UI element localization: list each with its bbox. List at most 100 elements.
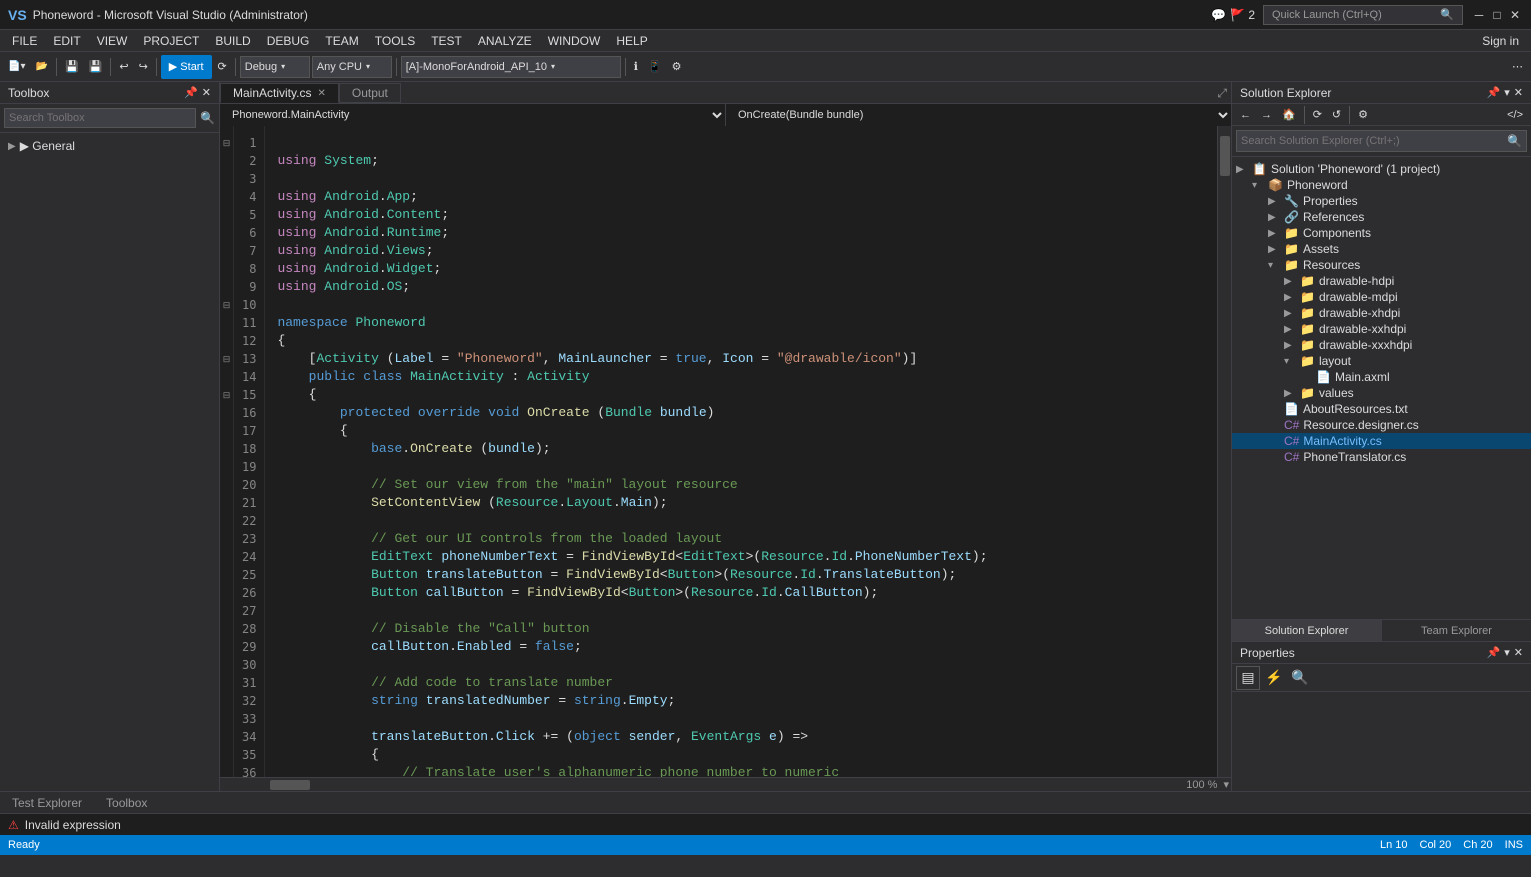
zoom-down-btn[interactable]: ▾ <box>1221 778 1231 791</box>
code-editor-container[interactable]: ⊟ ⊟ ⊟ ⊟ 12345678910111213141516171819202… <box>220 126 1231 777</box>
assets-expand-icon: ▶ <box>1268 244 1284 255</box>
menu-help[interactable]: HELP <box>608 30 655 52</box>
tree-item-drawable-xxxhdpi[interactable]: ▶ 📁 drawable-xxxhdpi <box>1232 337 1531 353</box>
minimize-button[interactable]: ─ <box>1471 7 1487 23</box>
tree-item-references[interactable]: ▶ 🔗 References <box>1232 209 1531 225</box>
class-dropdown[interactable]: Phoneword.MainActivity <box>220 104 726 126</box>
solution-label: Solution 'Phoneword' (1 project) <box>1271 162 1440 176</box>
solution-item[interactable]: ▶ 📋 Solution 'Phoneword' (1 project) <box>1232 161 1531 177</box>
menu-debug[interactable]: DEBUG <box>259 30 318 52</box>
prop-close-icon[interactable]: ✕ <box>1514 646 1523 659</box>
toolbox-close-icon[interactable]: ✕ <box>202 86 211 99</box>
tree-item-drawable-xhdpi[interactable]: ▶ 📁 drawable-xhdpi <box>1232 305 1531 321</box>
menu-view[interactable]: VIEW <box>89 30 136 52</box>
se-dropdown-icon[interactable]: ▾ <box>1504 86 1510 99</box>
prop-pin-icon[interactable]: 📌 <box>1487 646 1501 659</box>
zoom-level[interactable]: 100 % <box>1182 779 1221 791</box>
prop-dropdown-icon[interactable]: ▾ <box>1504 646 1510 659</box>
tree-item-assets[interactable]: ▶ 📁 Assets <box>1232 241 1531 257</box>
info-button[interactable]: ℹ <box>630 55 642 79</box>
undo-button[interactable]: ↩ <box>115 55 132 79</box>
tree-item-aboutresources[interactable]: 📄 AboutResources.txt <box>1232 401 1531 417</box>
menu-build[interactable]: BUILD <box>207 30 258 52</box>
save-button[interactable]: 💾 <box>61 55 83 79</box>
tree-item-resource-designer[interactable]: C# Resource.designer.cs <box>1232 417 1531 433</box>
tree-item-components[interactable]: ▶ 📁 Components <box>1232 225 1531 241</box>
se-pin-icon[interactable]: 📌 <box>1487 86 1501 99</box>
menu-bar: FILE EDIT VIEW PROJECT BUILD DEBUG TEAM … <box>0 30 1531 52</box>
scroll-thumb[interactable] <box>1220 136 1230 176</box>
toolbox-pin-icon[interactable]: 📌 <box>184 86 198 99</box>
se-refresh-btn[interactable]: ↺ <box>1328 103 1345 127</box>
new-button[interactable]: 📄▾ <box>4 55 29 79</box>
se-forward-btn[interactable]: → <box>1257 103 1276 127</box>
more-button[interactable]: ⚙ <box>668 55 686 79</box>
tree-item-properties[interactable]: ▶ 🔧 Properties <box>1232 193 1531 209</box>
menu-test[interactable]: TEST <box>423 30 470 52</box>
se-back-btn[interactable]: ← <box>1236 103 1255 127</box>
method-dropdown[interactable]: OnCreate(Bundle bundle) <box>726 104 1231 126</box>
tab-solution-explorer[interactable]: Solution Explorer <box>1232 620 1382 641</box>
se-close-icon[interactable]: ✕ <box>1514 86 1523 99</box>
start-button[interactable]: ▶ Start <box>161 55 212 79</box>
menu-edit[interactable]: EDIT <box>45 30 88 52</box>
editor-maximize-btn[interactable]: ⤢ <box>1213 84 1231 103</box>
tab-output[interactable]: Output <box>339 83 401 103</box>
menu-analyze[interactable]: ANALYZE <box>470 30 540 52</box>
flag-icon[interactable]: 🚩 2 <box>1230 8 1255 22</box>
menu-team[interactable]: TEAM <box>317 30 366 52</box>
sign-in-link[interactable]: Sign in <box>1474 34 1527 48</box>
se-home-btn[interactable]: 🏠 <box>1278 103 1300 127</box>
tree-item-drawable-xxhdpi[interactable]: ▶ 📁 drawable-xxhdpi <box>1232 321 1531 337</box>
se-sync-btn[interactable]: ⟳ <box>1309 103 1326 127</box>
close-button[interactable]: ✕ <box>1507 7 1523 23</box>
devices-button[interactable]: 📱 <box>644 55 666 79</box>
tree-item-phonetranslator[interactable]: C# PhoneTranslator.cs <box>1232 449 1531 465</box>
menu-project[interactable]: PROJECT <box>135 30 207 52</box>
quick-launch[interactable]: Quick Launch (Ctrl+Q) 🔍 <box>1263 5 1463 25</box>
values-icon: 📁 <box>1300 386 1315 400</box>
se-settings-btn[interactable]: ⚙ <box>1354 103 1372 127</box>
redo-button[interactable]: ↪ <box>135 55 152 79</box>
se-tree: ▶ 📋 Solution 'Phoneword' (1 project) ▾ 📦… <box>1232 157 1531 619</box>
code-content[interactable]: using System; using Android.App; using A… <box>265 126 1217 777</box>
tab-mainactivity[interactable]: MainActivity.cs ✕ <box>220 83 339 103</box>
prop-search-btn[interactable]: 🔍 <box>1288 666 1312 690</box>
tree-item-resources[interactable]: ▾ 📁 Resources <box>1232 257 1531 273</box>
platform-dropdown[interactable]: Any CPU ▾ <box>312 56 392 78</box>
se-search-input[interactable] <box>1237 131 1503 151</box>
horizontal-scrollbar[interactable]: 100 % ▾ <box>220 777 1231 791</box>
project-item[interactable]: ▾ 📦 Phoneword <box>1232 177 1531 193</box>
phonetranslator-icon: C# <box>1284 450 1299 464</box>
scrollbar-right[interactable] <box>1217 126 1231 777</box>
tab-toolbox[interactable]: Toolbox <box>94 792 159 814</box>
open-button[interactable]: 📂 <box>31 55 51 79</box>
menu-file[interactable]: FILE <box>4 30 45 52</box>
tree-item-main-axml[interactable]: 📄 Main.axml <box>1232 369 1531 385</box>
toolbox-search-input[interactable] <box>4 108 196 128</box>
toolbox-title: Toolbox <box>8 86 49 100</box>
tab-team-explorer[interactable]: Team Explorer <box>1382 620 1531 641</box>
extra-toolbar-buttons[interactable]: ⋯ <box>1508 55 1527 79</box>
drawable-xhdpi-expand-icon: ▶ <box>1284 308 1300 319</box>
prop-event-btn[interactable]: ⚡ <box>1262 666 1286 690</box>
save-all-button[interactable]: 💾 <box>85 55 107 79</box>
config-dropdown[interactable]: Debug ▾ <box>240 56 310 78</box>
se-code-btn[interactable]: </> <box>1503 103 1527 127</box>
chat-icon[interactable]: 💬 <box>1211 8 1226 22</box>
tree-item-mainactivity[interactable]: C# MainActivity.cs <box>1232 433 1531 449</box>
tree-item-drawable-mdpi[interactable]: ▶ 📁 drawable-mdpi <box>1232 289 1531 305</box>
references-icon: 🔗 <box>1284 210 1299 224</box>
menu-window[interactable]: WINDOW <box>540 30 609 52</box>
tab-mainactivity-close[interactable]: ✕ <box>317 88 325 99</box>
tree-item-values[interactable]: ▶ 📁 values <box>1232 385 1531 401</box>
toolbox-general-item[interactable]: ▶ ▶ General <box>0 137 219 155</box>
restore-button[interactable]: □ <box>1489 7 1505 23</box>
project-dropdown[interactable]: [A]-MonoForAndroid_API_10 ▾ <box>401 56 621 78</box>
refresh-button[interactable]: ⟳ <box>214 55 231 79</box>
menu-tools[interactable]: TOOLS <box>367 30 423 52</box>
tree-item-layout[interactable]: ▾ 📁 layout <box>1232 353 1531 369</box>
tree-item-drawable-hdpi[interactable]: ▶ 📁 drawable-hdpi <box>1232 273 1531 289</box>
prop-grid-btn[interactable]: ▤ <box>1236 666 1260 690</box>
tab-test-explorer[interactable]: Test Explorer <box>0 792 94 814</box>
